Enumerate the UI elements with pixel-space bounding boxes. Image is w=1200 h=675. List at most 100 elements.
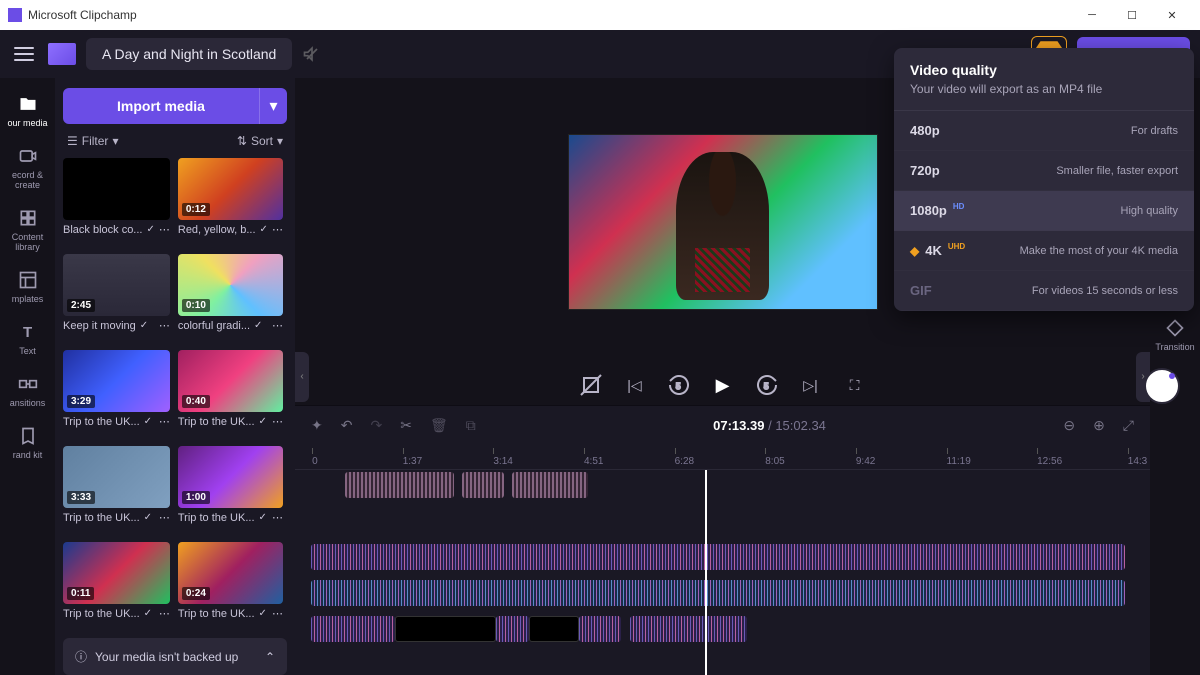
media-thumbnail: 0:11 xyxy=(63,542,170,604)
redo-button[interactable]: ↷ xyxy=(370,417,382,434)
playhead[interactable] xyxy=(705,470,707,675)
filter-icon: ☰ xyxy=(67,134,78,148)
media-label: Trip to the UK...✓⋯ xyxy=(178,511,283,524)
timeline-tracks[interactable] xyxy=(295,470,1150,675)
play-button[interactable]: ▶ xyxy=(711,373,735,397)
media-thumbnail: 0:10 xyxy=(178,254,283,316)
check-icon: ✓ xyxy=(260,224,268,235)
timeline-ruler[interactable]: 01:373:144:516:288:059:4211:1912:5614:3 xyxy=(295,444,1150,470)
media-item[interactable]: 0:12Red, yellow, b...✓⋯ xyxy=(178,158,283,246)
media-item[interactable]: 0:11Trip to the UK...✓⋯ xyxy=(63,542,170,630)
chevron-up-icon: ⌃ xyxy=(265,650,275,664)
check-icon: ✓ xyxy=(140,320,148,331)
window-close-button[interactable]: ✕ xyxy=(1152,1,1192,29)
svg-text:T: T xyxy=(23,324,32,341)
window-maximize-button[interactable]: ☐ xyxy=(1112,1,1152,29)
ruler-tick: 6:28 xyxy=(675,448,694,467)
duration-badge: 0:12 xyxy=(182,203,210,216)
more-icon: ⋯ xyxy=(159,319,170,332)
export-option-480p[interactable]: 480pFor drafts xyxy=(894,111,1194,151)
left-rail: our mediaecord & createContent librarymp… xyxy=(0,78,55,675)
filter-button[interactable]: ☰ Filter ▾ xyxy=(67,134,118,148)
media-item[interactable]: 3:29Trip to the UK...✓⋯ xyxy=(63,350,170,438)
media-item[interactable]: 3:33Trip to the UK...✓⋯ xyxy=(63,446,170,534)
fullscreen-button[interactable]: ⛶ xyxy=(843,373,867,397)
leftrail-brand[interactable]: rand kit xyxy=(0,418,55,468)
library-icon xyxy=(18,208,38,228)
hamburger-menu-button[interactable] xyxy=(10,40,38,68)
forward-5-button[interactable]: 5 xyxy=(755,373,779,397)
ruler-tick: 12:56 xyxy=(1037,448,1062,467)
media-item[interactable]: Black block co...✓⋯ xyxy=(63,158,170,246)
ruler-tick: 1:37 xyxy=(403,448,422,467)
clipchamp-logo xyxy=(48,43,76,65)
delete-button[interactable]: 🗑 xyxy=(430,417,448,434)
export-option-4k[interactable]: ◆ 4KUHDMake the most of your 4K media xyxy=(894,231,1194,271)
timeline-time-display: 07:13.39 / 15:02.34 xyxy=(494,418,1046,433)
import-media-dropdown[interactable]: ▾ xyxy=(259,88,287,124)
export-option-1080p[interactable]: 1080pHDHigh quality xyxy=(894,191,1194,231)
media-item[interactable]: 0:40Trip to the UK...✓⋯ xyxy=(178,350,283,438)
media-label: Trip to the UK...✓⋯ xyxy=(63,415,170,428)
backup-warning[interactable]: ⓘ Your media isn't backed up ⌃ xyxy=(63,638,287,675)
more-icon: ⋯ xyxy=(159,415,170,428)
import-media-button[interactable]: Import media xyxy=(63,88,259,124)
ruler-tick: 14:3 xyxy=(1128,448,1147,467)
diamond-icon xyxy=(1165,318,1185,338)
window-minimize-button[interactable]: ─ xyxy=(1072,1,1112,29)
media-item[interactable]: 2:45Keep it moving✓⋯ xyxy=(63,254,170,342)
svg-text:5: 5 xyxy=(764,382,769,391)
skip-forward-button[interactable]: ▷| xyxy=(799,373,823,397)
check-icon: ✓ xyxy=(144,608,152,619)
leftrail-transitions[interactable]: ansitions xyxy=(0,366,55,416)
undo-button[interactable]: ↶ xyxy=(341,417,353,434)
mute-icon[interactable] xyxy=(302,44,322,64)
media-thumbnail: 0:12 xyxy=(178,158,283,220)
duration-badge: 2:45 xyxy=(67,299,95,312)
split-button[interactable]: ✂ xyxy=(400,417,412,434)
leftrail-camera[interactable]: ecord & create xyxy=(0,138,55,198)
media-label: Black block co...✓⋯ xyxy=(63,223,170,236)
check-icon: ✓ xyxy=(259,608,267,619)
leftrail-folder[interactable]: our media xyxy=(0,86,55,136)
more-icon: ⋯ xyxy=(272,415,283,428)
preview-content xyxy=(676,152,768,300)
check-icon: ✓ xyxy=(144,512,152,523)
fit-timeline-button[interactable]: ⤢ xyxy=(1123,417,1134,434)
app-title: Microsoft Clipchamp xyxy=(28,8,137,22)
sort-button[interactable]: ⇅ Sort ▾ xyxy=(237,134,283,148)
media-item[interactable]: 1:00Trip to the UK...✓⋯ xyxy=(178,446,283,534)
chevron-down-icon: ▾ xyxy=(112,134,118,148)
ruler-tick: 3:14 xyxy=(493,448,512,467)
duplicate-button[interactable]: ⧉ xyxy=(466,417,476,434)
export-option-720p[interactable]: 720pSmaller file, faster export xyxy=(894,151,1194,191)
media-label: Trip to the UK...✓⋯ xyxy=(178,607,283,620)
leftrail-library[interactable]: Content library xyxy=(0,200,55,260)
zoom-out-button[interactable]: ⊖ xyxy=(1063,417,1075,434)
media-item[interactable]: 0:24Trip to the UK...✓⋯ xyxy=(178,542,283,630)
leftrail-text[interactable]: TText xyxy=(0,314,55,364)
leftrail-templates[interactable]: mplates xyxy=(0,262,55,312)
more-icon: ⋯ xyxy=(159,607,170,620)
more-icon: ⋯ xyxy=(159,511,170,524)
export-option-gif: GIFFor videos 15 seconds or less xyxy=(894,271,1194,311)
media-label: colorful gradi...✓⋯ xyxy=(178,319,283,332)
project-title[interactable]: A Day and Night in Scotland xyxy=(86,38,292,70)
more-icon: ⋯ xyxy=(272,319,283,332)
crop-button[interactable] xyxy=(579,373,603,397)
chevron-down-icon: ▾ xyxy=(277,134,283,148)
media-item[interactable]: 0:10 colorful gradi...✓⋯ xyxy=(178,254,283,342)
skip-back-button[interactable]: |◁ xyxy=(623,373,647,397)
user-avatar[interactable] xyxy=(1144,368,1180,404)
templates-icon xyxy=(18,270,38,290)
rightrail-diamond[interactable]: Transition xyxy=(1150,310,1200,360)
more-icon: ⋯ xyxy=(272,511,283,524)
zoom-in-button[interactable]: ⊕ xyxy=(1093,417,1105,434)
check-icon: ✓ xyxy=(259,416,267,427)
rewind-5-button[interactable]: 5 xyxy=(667,373,691,397)
auto-beat-button[interactable]: ✦ xyxy=(311,417,323,434)
media-label: Trip to the UK...✓⋯ xyxy=(63,607,170,620)
brand-icon xyxy=(18,426,38,446)
video-preview[interactable] xyxy=(568,134,878,310)
media-grid: Black block co...✓⋯ 0:12Red, yellow, b...… xyxy=(63,158,287,630)
